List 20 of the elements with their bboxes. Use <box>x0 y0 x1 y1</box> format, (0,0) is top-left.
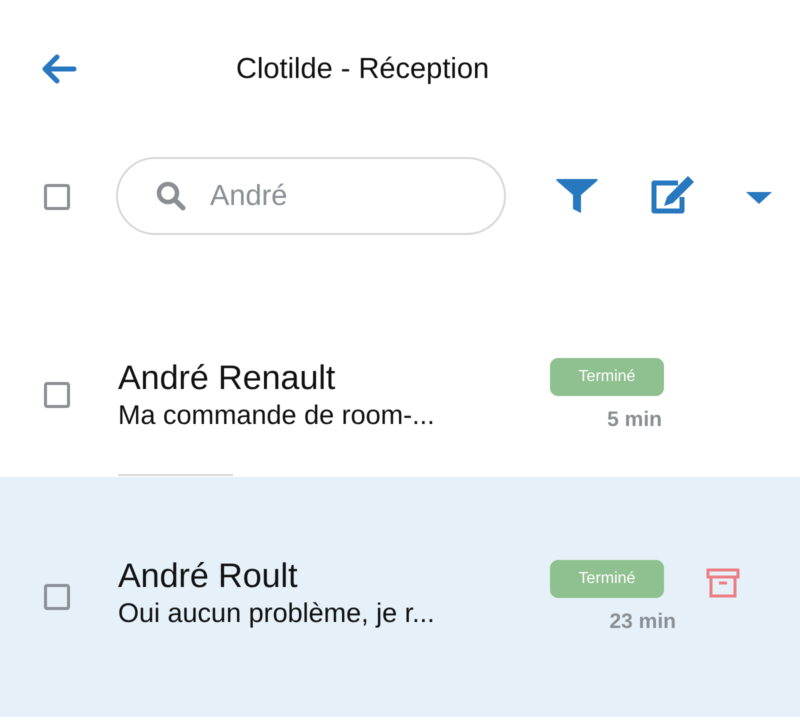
message-preview: Oui aucun problème, je r... <box>118 597 436 630</box>
contact-name: André Roult <box>118 556 299 596</box>
row-checkbox[interactable] <box>44 382 70 408</box>
arrow-left-icon <box>40 53 78 85</box>
archive-icon <box>706 568 740 598</box>
back-button[interactable] <box>40 53 78 85</box>
row-checkbox[interactable] <box>44 584 70 610</box>
contact-name: André Renault <box>118 358 336 398</box>
conversation-item[interactable]: André Roult Oui aucun problème, je r... Terminé 23 min <box>0 477 800 717</box>
status-badge: Terminé <box>550 358 664 396</box>
status-badge: Terminé <box>550 560 664 598</box>
message-time: 23 min <box>609 610 676 634</box>
message-preview: Ma commande de room-... <box>118 398 436 432</box>
conversation-item[interactable]: André Renault Ma commande de room-... Terminé 5 min <box>0 312 800 477</box>
caret-icon <box>746 191 772 205</box>
search-icon <box>154 179 188 213</box>
page-title: Clotilde - Réception <box>236 53 490 86</box>
message-time: 5 min <box>607 408 662 432</box>
select-all-checkbox[interactable] <box>44 184 70 210</box>
dropdown-button[interactable] <box>746 191 772 205</box>
